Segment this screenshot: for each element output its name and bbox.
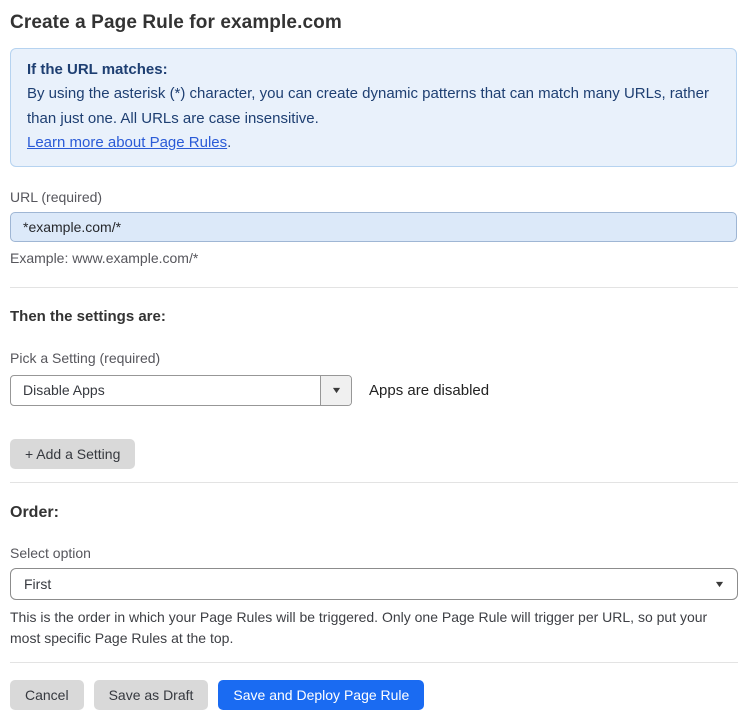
setting-dropdown[interactable]: Disable Apps ▼ bbox=[10, 375, 352, 407]
pick-setting-label: Pick a Setting (required) bbox=[10, 350, 161, 367]
info-box-link-line: Learn more about Page Rules. bbox=[27, 131, 720, 155]
setting-dropdown-button[interactable]: ▼ bbox=[320, 376, 351, 406]
setting-dropdown-value: Disable Apps bbox=[23, 382, 105, 399]
learn-more-link[interactable]: Learn more about Page Rules bbox=[27, 134, 227, 151]
info-box-heading: If the URL matches: bbox=[27, 61, 168, 78]
order-select-value: First bbox=[24, 576, 52, 593]
link-period: . bbox=[227, 133, 232, 151]
save-and-deploy-button[interactable]: Save and Deploy Page Rule bbox=[218, 680, 425, 710]
url-label: URL (required) bbox=[10, 189, 103, 206]
order-section-heading: Order: bbox=[10, 504, 59, 522]
divider bbox=[10, 287, 738, 289]
add-setting-button[interactable]: + Add a Setting bbox=[10, 439, 136, 470]
order-select-label: Select option bbox=[10, 545, 91, 562]
caret-down-icon: ▼ bbox=[713, 578, 726, 589]
setting-picker-row: Disable Apps ▼ Apps are disabled bbox=[10, 375, 738, 407]
cancel-button[interactable]: Cancel bbox=[10, 680, 84, 710]
setting-status-text: Apps are disabled bbox=[369, 382, 490, 400]
order-helper-text: This is the order in which your Page Rul… bbox=[10, 609, 708, 647]
save-as-draft-button[interactable]: Save as Draft bbox=[93, 680, 209, 710]
page-title: Create a Page Rule for example.com bbox=[10, 12, 342, 33]
url-matches-info-box: If the URL matches: By using the asteris… bbox=[10, 48, 737, 168]
actions-row: Cancel Save as Draft Save and Deploy Pag… bbox=[10, 680, 738, 710]
url-input[interactable] bbox=[10, 212, 737, 243]
divider bbox=[10, 482, 738, 484]
info-box-body: By using the asterisk (*) character, you… bbox=[27, 85, 709, 127]
url-section: URL (required) Example: www.example.com/… bbox=[10, 189, 738, 266]
url-example-helper: Example: www.example.com/* bbox=[10, 250, 199, 267]
order-select[interactable]: First ▼ bbox=[10, 568, 738, 601]
divider bbox=[10, 662, 738, 664]
settings-section-heading: Then the settings are: bbox=[10, 308, 166, 326]
caret-down-icon: ▼ bbox=[329, 385, 343, 396]
